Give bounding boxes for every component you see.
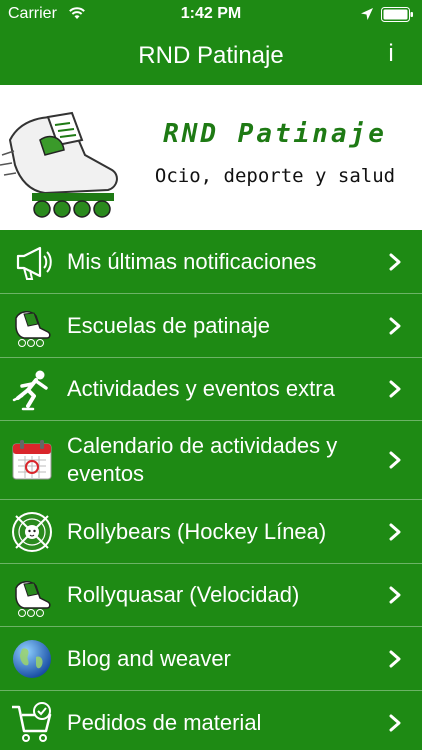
battery-icon <box>381 7 413 22</box>
menu-item-calendario[interactable]: Calendario de actividades y eventos <box>0 421 422 500</box>
chevron-right-icon <box>389 523 401 540</box>
navigation-bar: RND Patinaje i <box>0 30 422 85</box>
chevron-right-icon <box>389 714 401 731</box>
location-icon <box>361 8 373 20</box>
skate-logo-icon <box>0 111 118 218</box>
menu-item-actividades[interactable]: Actividades y eventos extra <box>0 358 422 421</box>
banner-tagline: Ocio, deporte y salud <box>154 165 396 187</box>
hockey-badge-icon <box>12 512 52 552</box>
menu-item-label: Actividades y eventos extra <box>67 376 335 401</box>
menu-item-blog[interactable]: Blog and weaver <box>0 627 422 691</box>
menu-item-pedidos[interactable]: Pedidos de material <box>0 691 422 750</box>
globe-icon <box>13 640 51 678</box>
chevron-right-icon <box>389 650 401 667</box>
megaphone-icon <box>16 246 52 280</box>
nav-title: RND Patinaje <box>138 42 284 69</box>
status-bar: Carrier 1:42 PM <box>0 0 422 30</box>
menu-item-label: Rollyquasar (Velocidad) <box>67 582 300 607</box>
calendar-icon <box>12 440 52 480</box>
status-time: 1:42 PM <box>180 5 242 22</box>
menu-item-label: Mis últimas notificaciones <box>67 248 317 274</box>
header-banner: RND Patinaje Ocio, deporte y salud <box>0 85 422 230</box>
chevron-right-icon <box>389 586 401 604</box>
chevron-right-icon <box>389 380 401 398</box>
info-button[interactable]: i <box>380 40 402 70</box>
cart-icon <box>12 702 52 742</box>
main-menu: Mis últimas notificaciones Escuelas de p… <box>0 230 422 750</box>
menu-item-notificaciones[interactable]: Mis últimas notificaciones <box>0 230 422 294</box>
chevron-right-icon <box>389 451 401 469</box>
menu-item-rollyquasar[interactable]: Rollyquasar (Velocidad) <box>0 564 422 627</box>
menu-item-label: Pedidos de material <box>67 709 262 735</box>
menu-item-label: Calendario de actividades y eventos <box>67 433 338 486</box>
menu-item-escuelas[interactable]: Escuelas de patinaje <box>0 294 422 358</box>
chevron-right-icon <box>389 317 401 334</box>
menu-item-rollybears[interactable]: Rollybears (Hockey Línea) <box>0 500 422 564</box>
menu-item-label: Rollybears (Hockey Línea) <box>67 518 327 544</box>
banner-brand: RND Patinaje <box>163 119 387 149</box>
skater-icon <box>12 370 48 411</box>
skate-icon <box>15 581 51 617</box>
skate-icon <box>15 311 51 347</box>
menu-item-label: Blog and weaver <box>67 645 231 671</box>
chevron-right-icon <box>389 253 401 270</box>
menu-item-label: Escuelas de patinaje <box>67 312 271 338</box>
